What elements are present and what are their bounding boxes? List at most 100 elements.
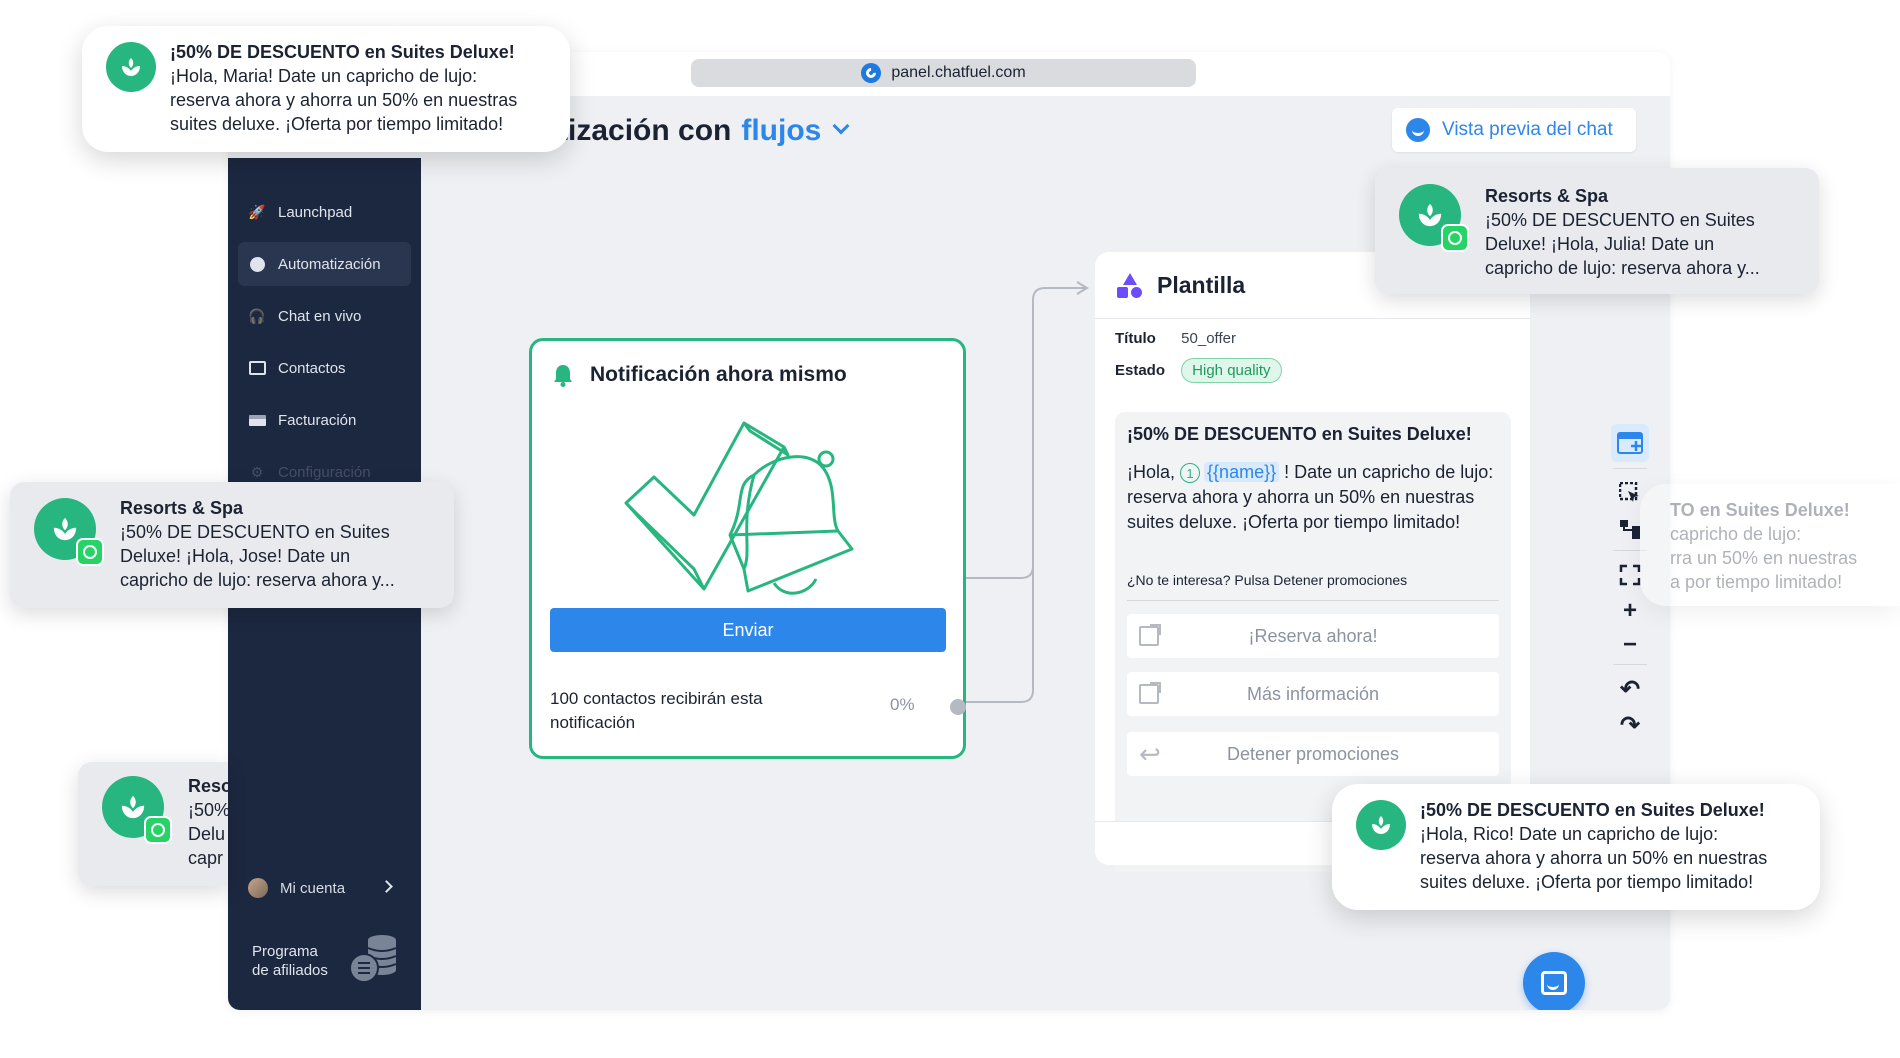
toast-text: TO en Suites Deluxe! capricho de lujo: r… <box>1670 498 1857 594</box>
account-menu[interactable]: Mi cuenta <box>238 868 411 908</box>
toast-line: Delu <box>188 824 226 844</box>
toast-line: rra un 50% en nuestras <box>1670 548 1858 568</box>
undo-icon[interactable]: ↶ <box>1611 670 1649 708</box>
notification-card[interactable]: Notificación ahora mismo Enviar 100 cont… <box>529 338 966 759</box>
toast-text: Resorts & Spa ¡50% DE DESCUENTO en Suite… <box>1485 184 1760 280</box>
chevron-down-icon[interactable] <box>832 117 850 135</box>
message-body: ¡Hola, 1 {{name}} ! Date un capricho de l… <box>1127 460 1499 535</box>
redo-icon[interactable]: ↷ <box>1611 706 1649 744</box>
toast-title: Reso <box>188 776 228 796</box>
template-card[interactable]: Plantilla Título 50_offer Estado High qu… <box>1095 252 1530 872</box>
message-note: ¿No te interesa? Pulsa Detener promocion… <box>1127 572 1408 588</box>
chat-preview-button[interactable]: Vista previa del chat <box>1392 108 1636 152</box>
toast-line: ¡50% DE DESCUENTO en Suites <box>1485 210 1755 230</box>
reserve-now-button[interactable]: ¡Reserva ahora! <box>1127 614 1499 658</box>
support-chat-button[interactable] <box>1523 952 1585 1010</box>
avatar <box>248 878 268 898</box>
toast-text: Resorts & Spa ¡50% DE DESCUENTO en Suite… <box>120 496 395 592</box>
sidebar-item-automatizacion[interactable]: Automatización <box>238 242 411 286</box>
template-title: Plantilla <box>1157 272 1246 298</box>
toast-line: reserva ahora y ahorra un 50% en nuestra… <box>1420 848 1768 868</box>
toast-line: ¡50% <box>188 800 228 820</box>
flow-selector[interactable]: flujos <box>741 114 821 147</box>
sidebar-item-label: Chat en vivo <box>278 307 362 325</box>
affiliate-program-link[interactable]: Programa de afiliados <box>252 942 328 980</box>
progress-percent: 0% <box>890 695 915 714</box>
whatsapp-toast: Resorts & Spa ¡50% DE DESCUENTO en Suite… <box>1375 168 1819 294</box>
toast-line: suites deluxe. ¡Oferta por tiempo limita… <box>1420 872 1754 892</box>
toast-line: suites deluxe. ¡Oferta por tiempo limita… <box>170 114 504 134</box>
notification-title: Notificación ahora mismo <box>590 363 847 386</box>
page-title: tización con flujos <box>558 114 850 148</box>
toast-line: ¡Hola, Rico! Date un capricho de lujo: <box>1420 824 1719 844</box>
card-icon <box>248 411 266 429</box>
status-label: Estado <box>1115 362 1166 379</box>
toast-title: Resorts & Spa <box>120 498 244 518</box>
sidebar-item-chat-en-vivo[interactable]: 🎧 Chat en vivo <box>238 294 411 338</box>
sidebar-item-label: Launchpad <box>278 203 353 221</box>
toast-line: a por tiempo limitado! <box>1670 572 1843 592</box>
url-text: panel.chatfuel.com <box>891 64 1026 81</box>
url-bar[interactable]: panel.chatfuel.com <box>691 59 1196 87</box>
resort-logo-icon <box>106 42 156 92</box>
sidebar-item-label: Automatización <box>278 255 381 273</box>
status-badge: High quality <box>1181 358 1282 383</box>
sidebar-item-launchpad[interactable]: 🚀 Launchpad <box>238 190 411 234</box>
connector-port[interactable] <box>950 699 966 715</box>
whatsapp-toast: Resorts & Spa ¡50% DE DESCUENTO en Suite… <box>10 482 454 608</box>
sidebar-item-facturacion[interactable]: Facturación <box>238 398 411 442</box>
check-bell-illustration <box>624 421 854 595</box>
zoom-in-icon[interactable]: + <box>1611 592 1649 630</box>
add-block-icon[interactable] <box>1611 424 1649 462</box>
affiliate-line-1: Programa <box>252 943 318 960</box>
gear-icon: ⚙ <box>250 463 264 480</box>
chevron-right-icon <box>380 880 393 893</box>
toast-text: ¡50% DE DESCUENTO en Suites Deluxe! ¡Hol… <box>170 40 517 136</box>
toast-title: ¡50% DE DESCUENTO en Suites Deluxe! <box>1420 800 1765 820</box>
send-button[interactable]: Enviar <box>550 608 946 652</box>
chatfuel-favicon-icon <box>861 63 882 83</box>
variable-name[interactable]: {{name}} <box>1204 462 1280 482</box>
sidebar-item-contactos[interactable]: Contactos <box>238 346 411 390</box>
toast-line: capricho de lujo: <box>1670 524 1802 544</box>
notification-toast: ¡50% DE DESCUENTO en Suites Deluxe! ¡Hol… <box>1332 784 1820 910</box>
more-info-button[interactable]: Más información <box>1127 672 1499 716</box>
sidebar-item-label: Configuración <box>278 463 371 481</box>
external-link-icon <box>1139 682 1161 704</box>
toast-line: reserva ahora y ahorra un 50% en nuestra… <box>170 90 518 110</box>
title-value: 50_offer <box>1181 330 1236 347</box>
reply-icon: ↩ <box>1139 739 1161 769</box>
notification-toast: TO en Suites Deluxe! capricho de lujo: r… <box>1640 484 1900 606</box>
stop-promotions-button[interactable]: ↩ Detener promociones <box>1127 732 1499 776</box>
toast-line: Deluxe! ¡Hola, Jose! Date un <box>120 546 351 566</box>
template-status-row: Estado High quality <box>1115 358 1282 383</box>
divider <box>1095 318 1530 319</box>
page-title-text: tización con <box>558 114 732 147</box>
coins-icon <box>349 935 397 983</box>
chat-bubble-icon <box>1541 971 1567 995</box>
toast-text: ¡50% DE DESCUENTO en Suites Deluxe! ¡Hol… <box>1420 798 1767 894</box>
title-label: Título <box>1115 330 1156 347</box>
shapes-icon <box>1117 272 1143 299</box>
button-label: ¡Reserva ahora! <box>1248 625 1378 646</box>
message-greeting: ¡Hola, <box>1127 462 1176 482</box>
whatsapp-icon <box>1441 224 1469 252</box>
contacts-count-text: 100 contactos recibirán esta notificació… <box>550 689 763 732</box>
toast-line: capricho de lujo: reserva ahora y... <box>120 570 395 590</box>
toast-title: Resorts & Spa <box>1485 186 1609 206</box>
toast-line: ¡Hola, Maria! Date un capricho de lujo: <box>170 66 478 86</box>
chat-icon <box>1406 118 1430 142</box>
chat-preview-label: Vista previa del chat <box>1442 119 1613 140</box>
button-label: Más información <box>1246 683 1380 704</box>
toast-title: ¡50% DE DESCUENTO en Suites Deluxe! <box>170 42 515 62</box>
external-link-icon <box>1139 624 1161 646</box>
whatsapp-icon <box>144 816 172 844</box>
divider <box>1127 600 1499 601</box>
resort-logo-icon <box>1356 800 1406 850</box>
toast-line: ¡50% DE DESCUENTO en Suites <box>120 522 390 542</box>
variable-number: 1 <box>1180 463 1201 484</box>
zoom-out-icon[interactable]: − <box>1611 626 1649 664</box>
toast-line: Deluxe! ¡Hola, Julia! Date un <box>1485 234 1715 254</box>
template-name-row: Título 50_offer <box>1115 330 1236 347</box>
whatsapp-icon <box>76 538 104 566</box>
